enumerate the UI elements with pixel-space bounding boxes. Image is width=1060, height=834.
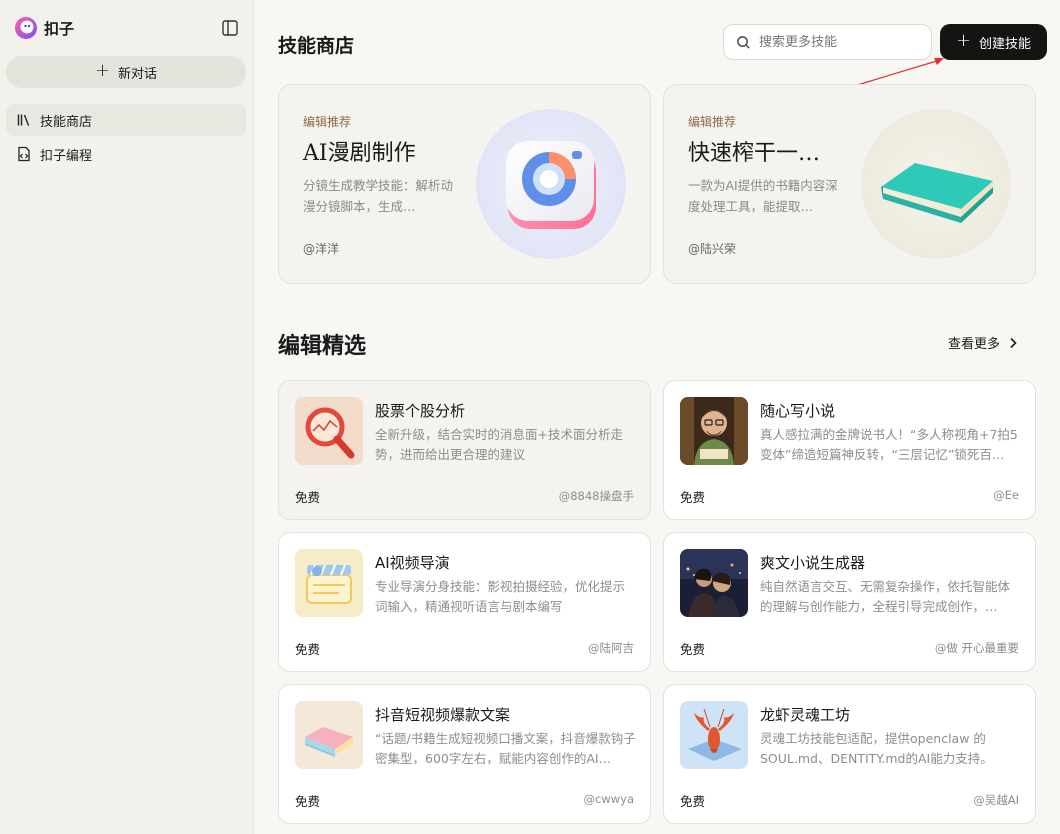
skill-price: 免费: [680, 794, 706, 809]
card-title: AI漫剧制作: [303, 141, 416, 166]
skill-name: AI视频导演: [375, 554, 450, 572]
skill-description: 专业导演分身技能：影视拍摄经验，优化提示词输入，精通视听语言与剧本编写: [375, 579, 626, 614]
night-city-couple-thumbnail-icon: [680, 549, 748, 617]
lobster-thumbnail-icon: [680, 701, 748, 769]
skill-card[interactable]: 随心写小说 真人感拉满的金牌说书人！“多人称视角+7拍5变体”缔造短篇神反转，“…: [663, 380, 1036, 520]
sidebar-item-coze-coding[interactable]: 扣子编程: [6, 138, 246, 170]
card-description: 分镜生成教学技能：解析动漫分镜脚本，生成…: [303, 178, 454, 214]
new-chat-label: 新对话: [118, 66, 158, 82]
card-author: @洋洋: [303, 242, 340, 256]
main-content: 技能商店 + 创建技能 编辑推荐 AI漫剧制作 分镜生成教学技能：解析动漫分镜脚…: [254, 0, 1060, 834]
coze-logo-icon: [15, 17, 37, 39]
skill-card[interactable]: 龙虾灵魂工坊 灵魂工坊技能包适配，提供openclaw 的SOUL.md、DEN…: [663, 684, 1036, 824]
recommended-card[interactable]: 编辑推荐 AI漫剧制作 分镜生成教学技能：解析动漫分镜脚本，生成… @洋洋: [278, 84, 651, 284]
skill-description: “话题/书籍生成短视频口播文案，抖音爆款钩子密集型，600字左右，赋能内容创作的…: [375, 731, 636, 766]
skill-description: 全新升级，结合实时的消息面+技术面分析走势，进而给出更合理的建议: [375, 427, 623, 462]
code-file-icon: [18, 146, 30, 162]
editor-pick-tag: 编辑推荐: [303, 115, 352, 129]
skill-author: @做 开心最重要: [934, 641, 1019, 655]
search-box[interactable]: [723, 24, 932, 60]
skill-price: 免费: [680, 642, 706, 657]
see-more-label: 查看更多: [948, 337, 1001, 352]
sidebar-item-label: 技能商店: [40, 114, 93, 130]
storyteller-portrait-thumbnail-icon: [680, 397, 748, 465]
sidebar-item-skill-store[interactable]: 技能商店: [6, 104, 246, 136]
skill-price: 免费: [295, 794, 321, 809]
skill-description: 纯自然语言交互、无需复杂操作，依托智能体的理解与创作能力，全程引导完成创作，…: [760, 579, 1011, 614]
magnifier-chart-thumbnail-icon: [295, 397, 363, 465]
colorful-book-thumbnail-icon: [295, 701, 363, 769]
skill-card[interactable]: 抖音短视频爆款文案 “话题/书籍生成短视频口播文案，抖音爆款钩子密集型，600字…: [278, 684, 651, 824]
page-title: 技能商店: [278, 35, 355, 57]
plus-icon: +: [955, 30, 972, 51]
skill-description: 灵魂工坊技能包适配，提供openclaw 的SOUL.md、DENTITY.md…: [760, 731, 993, 766]
camera-illustration-icon: [476, 109, 626, 259]
sidebar: 扣子 + 新对话 技能商店 扣子编程: [0, 0, 254, 834]
skill-name: 随心写小说: [760, 402, 836, 420]
plus-icon: +: [94, 60, 111, 81]
brand-name: 扣子: [44, 19, 75, 38]
skill-name: 股票个股分析: [375, 402, 466, 420]
skill-author: @吴越AI: [973, 793, 1019, 807]
clapperboard-thumbnail-icon: [295, 549, 363, 617]
skill-author: @cwwya: [583, 792, 635, 806]
skill-author: @Ee: [993, 488, 1019, 502]
skill-author: @8848操盘手: [558, 489, 634, 503]
card-title: 快速榨干一…: [688, 141, 821, 166]
skill-price: 免费: [295, 490, 321, 505]
skill-card[interactable]: 股票个股分析 全新升级，结合实时的消息面+技术面分析走势，进而给出更合理的建议 …: [278, 380, 651, 520]
see-more-link[interactable]: 查看更多: [948, 333, 1018, 352]
skill-card[interactable]: 爽文小说生成器 纯自然语言交互、无需复杂操作，依托智能体的理解与创作能力，全程引…: [663, 532, 1036, 672]
library-icon: [17, 114, 30, 126]
sidebar-item-label: 扣子编程: [40, 148, 93, 164]
skill-name: 抖音短视频爆款文案: [375, 706, 511, 724]
create-skill-button[interactable]: + 创建技能: [940, 24, 1047, 60]
sidebar-collapse-icon[interactable]: [220, 18, 240, 38]
skill-author: @陆阿吉: [588, 641, 634, 655]
skill-name: 爽文小说生成器: [760, 554, 866, 572]
section-title: 编辑精选: [278, 333, 367, 359]
chevron-right-icon: [1010, 337, 1017, 348]
create-skill-label: 创建技能: [979, 36, 1032, 52]
new-chat-button[interactable]: + 新对话: [6, 56, 246, 88]
card-author: @陆兴荣: [688, 242, 737, 256]
card-description: 一款为AI提供的书籍内容深度处理工具，能提取…: [688, 178, 838, 214]
search-icon: [737, 35, 750, 49]
recommended-card[interactable]: 编辑推荐 快速榨干一… 一款为AI提供的书籍内容深度处理工具，能提取… @陆兴荣: [663, 84, 1036, 284]
skill-name: 龙虾灵魂工坊: [760, 706, 851, 724]
editor-pick-tag: 编辑推荐: [688, 115, 737, 129]
brand[interactable]: 扣子: [14, 16, 74, 40]
skill-price: 免费: [295, 642, 321, 657]
skill-card[interactable]: AI视频导演 专业导演分身技能：影视拍摄经验，优化提示词输入，精通视听语言与剧本…: [278, 532, 651, 672]
skill-description: 真人感拉满的金牌说书人！“多人称视角+7拍5变体”缔造短篇神反转，“三层记忆”锁…: [760, 427, 1018, 462]
search-input[interactable]: [759, 34, 919, 50]
skill-price: 免费: [680, 490, 706, 505]
book-illustration-icon: [861, 109, 1011, 259]
